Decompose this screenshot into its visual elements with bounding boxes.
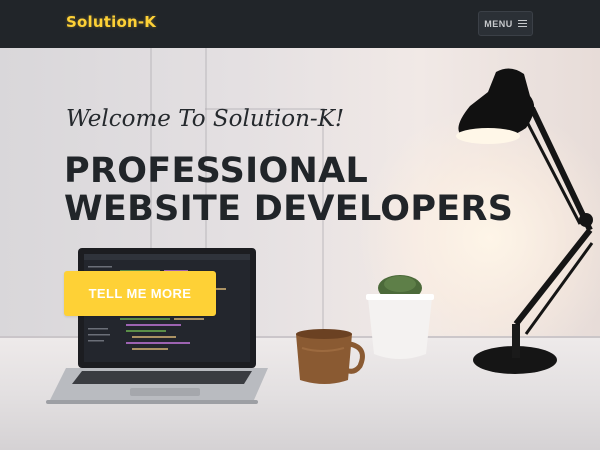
hamburger-icon — [517, 19, 527, 28]
hero-heading: PROFESSIONAL WEBSITE DEVELOPERS — [64, 152, 513, 228]
hero-section: Welcome To Solution-K! PROFESSIONAL WEBS… — [0, 48, 600, 450]
hero-heading-line2: WEBSITE DEVELOPERS — [64, 189, 514, 229]
menu-button[interactable]: MENU — [478, 11, 533, 36]
tell-me-more-button[interactable]: TELL ME MORE — [64, 271, 216, 316]
welcome-subheading: Welcome To Solution-K! — [66, 106, 345, 132]
coffee-mug-image — [296, 329, 365, 384]
hero-heading-line1: PROFESSIONAL — [64, 151, 369, 191]
brand-logo[interactable]: Solution-K — [66, 13, 156, 31]
navbar: Solution-K MENU — [0, 0, 600, 48]
cactus-plant-image — [366, 275, 434, 359]
menu-label: MENU — [484, 18, 513, 29]
